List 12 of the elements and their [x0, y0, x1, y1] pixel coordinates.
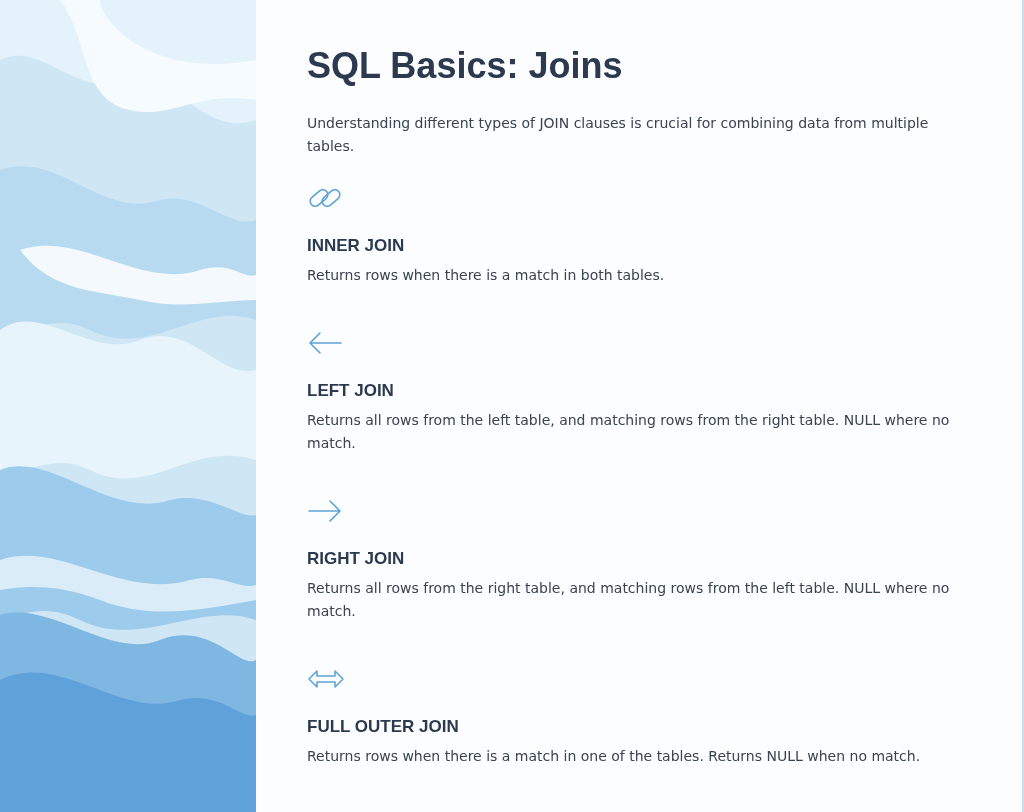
join-description: Returns all rows from the right table, and matching rows from the left table. NULL where no match. — [307, 579, 951, 621]
join-heading: LEFT JOIN — [307, 380, 394, 402]
join-description: Returns rows when there is a match in both tables. — [307, 266, 665, 285]
right-arrow-icon — [307, 498, 343, 524]
join-heading: RIGHT JOIN — [307, 548, 405, 570]
intro-text: Understanding different types of JOIN clauses is crucial for combining data from multiple tables. — [307, 114, 930, 156]
join-description: Returns all rows from the left table, and matching rows from the right table. NULL where no match. — [307, 411, 951, 453]
left-arrow-icon — [307, 330, 343, 356]
join-heading: INNER JOIN — [307, 235, 405, 257]
slide-title: SQL Basics: Joins — [307, 44, 624, 88]
join-heading: FULL OUTER JOIN — [307, 716, 459, 738]
join-description: Returns rows when there is a match in one of the tables. Returns NULL when no match. — [307, 747, 921, 766]
